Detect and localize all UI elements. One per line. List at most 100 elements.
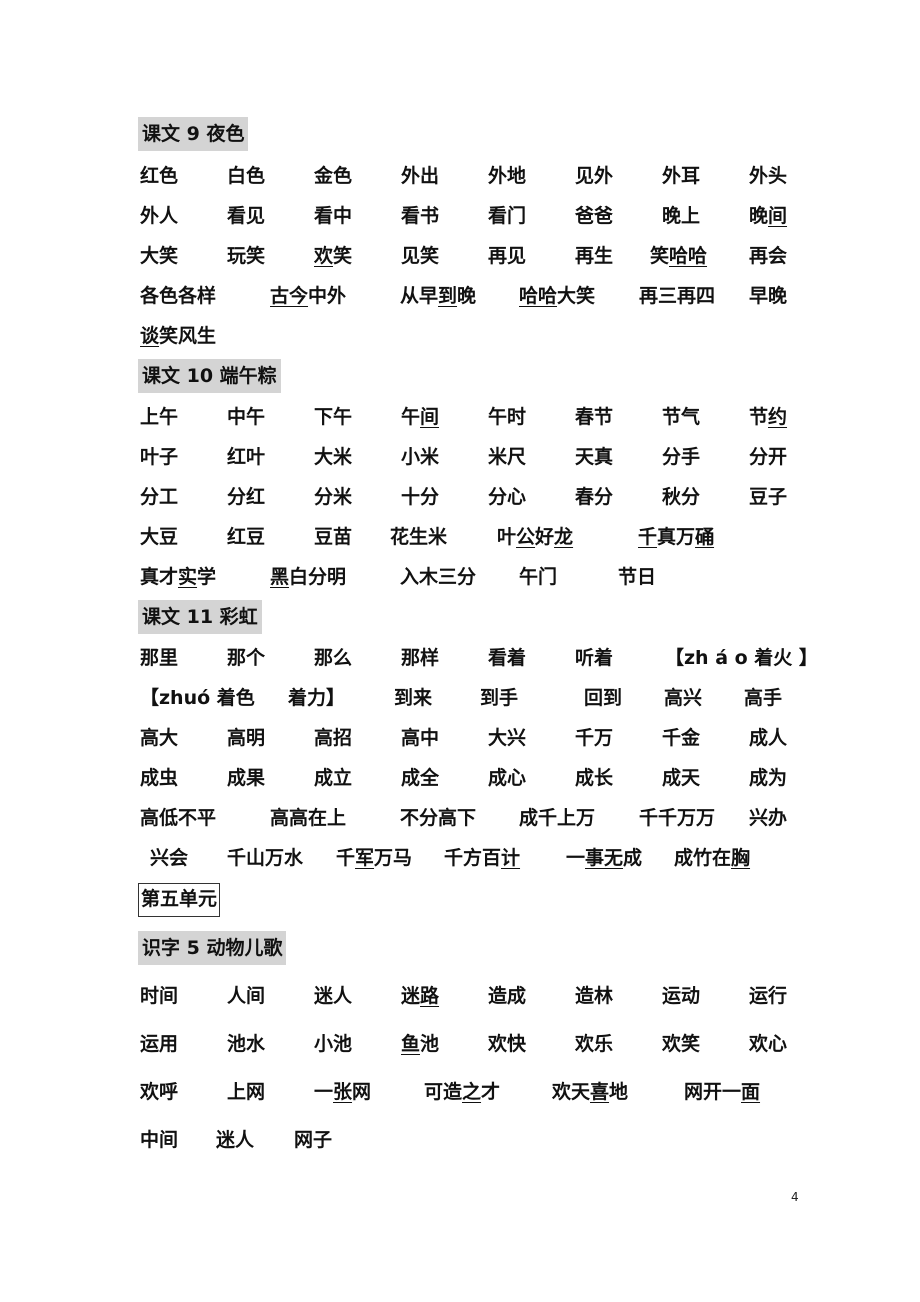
vocab-word: 着力】 — [288, 683, 345, 713]
vocab-word: 叶子 — [140, 442, 178, 472]
word-text: 春分 — [575, 486, 614, 508]
vocab-word: 千真万硧 — [638, 522, 714, 552]
vocab-word: 欢乐 — [575, 1029, 613, 1059]
vocab-word: 真才实学 — [140, 562, 216, 592]
underlined-char: 到 — [438, 285, 458, 307]
vocab-word: 天真 — [575, 442, 613, 472]
underlined-char: 之 — [462, 1081, 482, 1103]
vocab-word: 爸爸 — [575, 201, 613, 231]
vocab-word: 那么 — [314, 643, 352, 673]
word-text: 笑 — [333, 245, 353, 267]
word-text: 高明 — [227, 727, 266, 749]
vocab-word: 回到 — [584, 683, 622, 713]
vocab-word: 豆苗 — [314, 522, 352, 552]
word-text: 回到 — [584, 687, 623, 709]
word-text: 网开一 — [684, 1081, 742, 1103]
word-text: 见笑 — [401, 245, 440, 267]
word-text: 各色各样 — [140, 285, 217, 307]
word-text: 大米 — [314, 446, 353, 468]
vocab-word: 午间 — [401, 402, 439, 432]
word-text: 分开 — [749, 446, 788, 468]
vocab-word: 【zh á o 着火 】 — [665, 643, 818, 673]
vocab-word: 成全 — [401, 763, 439, 793]
word-text: 不分高下 — [400, 807, 477, 829]
word-text: 午时 — [488, 406, 527, 428]
vocab-word: 高招 — [314, 723, 352, 753]
vocab-word: 成虫 — [140, 763, 178, 793]
vocab-word: 各色各样 — [140, 281, 216, 311]
underlined-char: 龙 — [554, 526, 574, 548]
vocab-word: 古今中外 — [270, 281, 346, 311]
vocab-word: 再三再四 — [639, 281, 715, 311]
vocab-word: 上午 — [140, 402, 178, 432]
underlined-char: 约 — [768, 406, 788, 428]
vocab-word: 【zhuó 着色 — [140, 683, 255, 713]
vocab-word: 成立 — [314, 763, 352, 793]
word-text: 玩笑 — [227, 245, 266, 267]
underlined-char: 计 — [501, 847, 521, 869]
vocab-word: 千千万万 — [639, 803, 715, 833]
word-text: 成心 — [488, 767, 527, 789]
word-text: 米尺 — [488, 446, 527, 468]
word-text: 小米 — [401, 446, 440, 468]
word-text: 外地 — [488, 165, 527, 187]
word-text: 笑风生 — [159, 325, 217, 347]
vocab-word: 欢心 — [749, 1029, 787, 1059]
vocab-word: 春分 — [575, 482, 613, 512]
word-text: 小池 — [314, 1033, 353, 1055]
vocab-word: 成天 — [662, 763, 700, 793]
word-text: 大笑 — [140, 245, 179, 267]
word-text: 好 — [535, 526, 555, 548]
underlined-char: 喜 — [590, 1081, 610, 1103]
word-text: 中间 — [140, 1129, 179, 1151]
vocab-word: 节气 — [662, 402, 700, 432]
vocab-word: 迷人 — [216, 1125, 254, 1155]
word-text: 池 — [420, 1033, 440, 1055]
page-number: 4 — [791, 1190, 799, 1204]
vocab-word: 外耳 — [662, 161, 700, 191]
vocab-word: 一张网 — [314, 1077, 371, 1107]
word-text: 【zh á o 着火 】 — [665, 647, 818, 669]
vocab-word: 听着 — [575, 643, 613, 673]
document-page: 课文 9 夜色 红色 白色 金色 外出 外地 见外 外耳 外头 外人 看见 看中 看书 看门 爸爸 晚上晚… — [0, 0, 920, 1302]
word-text: 白分明 — [289, 566, 347, 588]
vocab-word: 午时 — [488, 402, 526, 432]
vocab-word: 小池 — [314, 1029, 352, 1059]
vocab-word: 到来 — [394, 683, 432, 713]
word-text: 千万 — [575, 727, 614, 749]
vocab-word: 大兴 — [488, 723, 526, 753]
vocab-word: 叶公好龙 — [497, 522, 573, 552]
vocab-word: 分开 — [749, 442, 787, 472]
vocab-word: 鱼池 — [401, 1029, 439, 1059]
vocab-word: 节日 — [618, 562, 656, 592]
vocab-word: 网子 — [294, 1125, 332, 1155]
vocab-word: 豆子 — [749, 482, 787, 512]
word-text: 成果 — [227, 767, 266, 789]
word-text: 听着 — [575, 647, 614, 669]
word-text: 节气 — [662, 406, 701, 428]
vocab-word: 成果 — [227, 763, 265, 793]
word-text: 分红 — [227, 486, 266, 508]
vocab-word: 红豆 — [227, 522, 265, 552]
word-text: 那里 — [140, 647, 179, 669]
vocab-word: 再生 — [575, 241, 613, 271]
word-text: 笑 — [650, 245, 670, 267]
word-text: 网子 — [294, 1129, 333, 1151]
word-text: 那样 — [401, 647, 440, 669]
vocab-word: 可造之才 — [424, 1077, 500, 1107]
word-text: 爸爸 — [575, 205, 614, 227]
vocab-word: 哈哈大笑 — [519, 281, 595, 311]
word-text: 【zhuó 着色 — [140, 687, 255, 709]
word-text: 晚 — [749, 205, 769, 227]
vocab-word: 迷人 — [314, 981, 352, 1011]
vocab-word: 成竹在胸 — [674, 843, 750, 873]
vocab-word: 那里 — [140, 643, 178, 673]
word-text: 看着 — [488, 647, 527, 669]
vocab-word: 高大 — [140, 723, 178, 753]
word-text: 千山万水 — [227, 847, 304, 869]
word-text: 花生米 — [390, 526, 448, 548]
vocab-word: 造林 — [575, 981, 613, 1011]
vocab-word: 下午 — [314, 402, 352, 432]
underlined-char: 欢 — [314, 245, 334, 267]
underlined-char: 公 — [516, 526, 536, 548]
